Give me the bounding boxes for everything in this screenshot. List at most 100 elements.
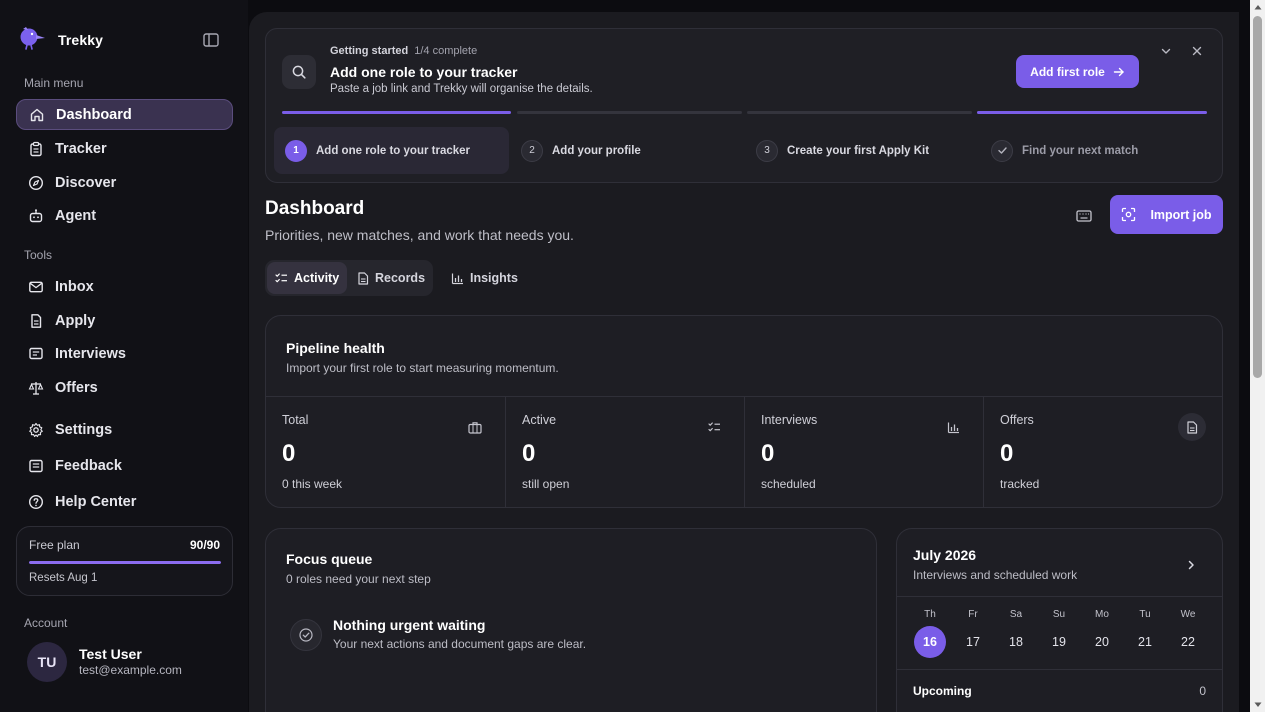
weekday-label: Tu: [1139, 609, 1151, 620]
add-first-role-label: Add first role: [1030, 64, 1105, 79]
onboarding-step-find-match[interactable]: Find your next match: [980, 127, 1210, 174]
plan-card[interactable]: Free plan 90/90 Resets Aug 1: [16, 526, 233, 596]
tab-activity[interactable]: Activity: [267, 262, 348, 294]
sidebar-item-discover[interactable]: Discover: [16, 167, 233, 198]
sidebar-item-label: Tracker: [55, 140, 107, 157]
feedback-icon: [27, 457, 45, 475]
onboarding-step-apply-kit[interactable]: 3 Create your first Apply Kit: [745, 127, 975, 174]
tab-records[interactable]: Records: [349, 262, 433, 294]
scrollbar-thumb[interactable]: [1253, 16, 1262, 378]
sidebar-item-tracker[interactable]: Tracker: [16, 133, 233, 164]
plan-usage-fill: [29, 561, 221, 564]
stat-value: 0: [522, 440, 536, 467]
sidebar-item-label: Inbox: [55, 278, 94, 295]
tab-label: Insights: [470, 271, 518, 285]
sidebar-item-inbox[interactable]: Inbox: [16, 271, 233, 302]
collapse-onboarding-button[interactable]: [1158, 43, 1174, 59]
tools-label: Tools: [24, 248, 53, 262]
sidebar-item-offers[interactable]: Offers: [16, 372, 233, 403]
plan-name: Free plan: [29, 538, 80, 552]
keyboard-shortcuts-button[interactable]: [1074, 206, 1094, 226]
next-week-button[interactable]: [1183, 557, 1199, 573]
brand[interactable]: Trekky: [18, 26, 103, 55]
focus-queue-title: Focus queue: [286, 551, 373, 567]
sidebar-item-interviews[interactable]: Interviews: [16, 338, 233, 369]
calendar-month: July 2026: [913, 547, 977, 563]
divider: [897, 669, 1222, 670]
step-number: 3: [756, 139, 778, 162]
progress-segment-2: [517, 111, 742, 114]
sidebar-item-agent[interactable]: Agent: [16, 200, 233, 231]
progress-segment-1: [282, 111, 511, 114]
document-icon: [1178, 413, 1206, 441]
user-email: test@example.com: [79, 663, 182, 677]
pipeline-subtitle: Import your first role to start measurin…: [286, 361, 559, 375]
pipeline-title: Pipeline health: [286, 340, 385, 356]
dismiss-onboarding-button[interactable]: [1189, 43, 1205, 59]
add-first-role-button[interactable]: Add first role: [1016, 55, 1139, 88]
sidebar-item-feedback[interactable]: Feedback: [16, 450, 233, 481]
robot-icon: [27, 207, 45, 225]
sidebar-item-label: Agent: [55, 207, 97, 224]
calendar-date[interactable]: 21: [1129, 626, 1161, 658]
focus-queue-subtitle: 0 roles need your next step: [286, 572, 431, 586]
import-job-button[interactable]: Import job: [1110, 195, 1223, 234]
calendar-date[interactable]: 20: [1086, 626, 1118, 658]
avatar[interactable]: TU: [27, 642, 67, 682]
trekky-logo-icon: [18, 26, 46, 55]
pipeline-health-card: Pipeline health Import your first role t…: [265, 315, 1223, 508]
account-label: Account: [24, 616, 68, 630]
onboarding-step-add-role[interactable]: 1 Add one role to your tracker: [274, 127, 509, 174]
stat-label: Active: [522, 413, 557, 427]
stat-label: Offers: [1000, 413, 1034, 427]
step-label: Add your profile: [552, 144, 641, 157]
weekday-label: Th: [924, 609, 936, 620]
stat-value: 0: [282, 440, 296, 467]
getting-started-kicker: Getting started 1/4 complete: [330, 45, 477, 57]
progress-segment-4: [977, 111, 1207, 114]
scroll-up-arrow-icon[interactable]: [1250, 0, 1265, 14]
weekday-label: Mo: [1095, 609, 1109, 620]
sidebar-item-dashboard[interactable]: Dashboard: [16, 99, 233, 130]
chevron-down-icon: [1161, 48, 1171, 54]
stat-sub: scheduled: [761, 477, 816, 491]
sidebar-item-apply[interactable]: Apply: [16, 305, 233, 336]
onboarding-step-add-profile[interactable]: 2 Add your profile: [510, 127, 740, 174]
checklist-icon: [275, 272, 288, 285]
document-icon: [357, 271, 369, 285]
user-name[interactable]: Test User: [79, 646, 142, 662]
plan-usage-bar: [29, 561, 221, 564]
calendar-date[interactable]: 17: [957, 626, 989, 658]
stat-label: Interviews: [761, 413, 818, 427]
onboarding-title: Add one role to your tracker: [330, 64, 518, 80]
tab-insights[interactable]: Insights: [443, 262, 526, 294]
keyboard-icon: [1076, 210, 1092, 222]
onboarding-subtitle: Paste a job link and Trekky will organis…: [330, 83, 593, 95]
getting-started-label: Getting started: [330, 45, 409, 57]
sidebar-item-help-center[interactable]: Help Center: [16, 486, 233, 517]
sidebar-item-settings[interactable]: Settings: [16, 414, 233, 445]
calendar-date[interactable]: 19: [1043, 626, 1075, 658]
collapse-sidebar-button[interactable]: [200, 30, 222, 50]
calendar-date[interactable]: 22: [1172, 626, 1204, 658]
stat-interviews[interactable]: Interviews 0 scheduled: [744, 397, 983, 507]
calendar-date-today[interactable]: 16: [914, 626, 946, 658]
check-circle-icon: [290, 619, 322, 651]
scroll-down-arrow-icon[interactable]: [1250, 698, 1265, 712]
mail-icon: [27, 278, 45, 296]
stat-offers[interactable]: Offers 0 tracked: [983, 397, 1222, 507]
import-job-label: Import job: [1150, 207, 1212, 222]
search-icon: [282, 55, 316, 89]
page-scrollbar[interactable]: [1250, 0, 1265, 712]
check-icon: [991, 139, 1013, 162]
empty-state-title: Nothing urgent waiting: [333, 617, 486, 633]
focus-queue-card: Focus queue 0 roles need your next step …: [265, 528, 877, 712]
main-content: Getting started 1/4 complete Add one role…: [249, 12, 1239, 712]
stat-total[interactable]: Total 0 0 this week: [266, 397, 505, 507]
page-subtitle: Priorities, new matches, and work that n…: [265, 227, 574, 243]
calendar-date[interactable]: 18: [1000, 626, 1032, 658]
calendar-subtitle: Interviews and scheduled work: [913, 568, 1078, 582]
sidebar-item-label: Dashboard: [56, 106, 132, 123]
help-icon: [27, 493, 45, 511]
stat-active[interactable]: Active 0 still open: [505, 397, 744, 507]
